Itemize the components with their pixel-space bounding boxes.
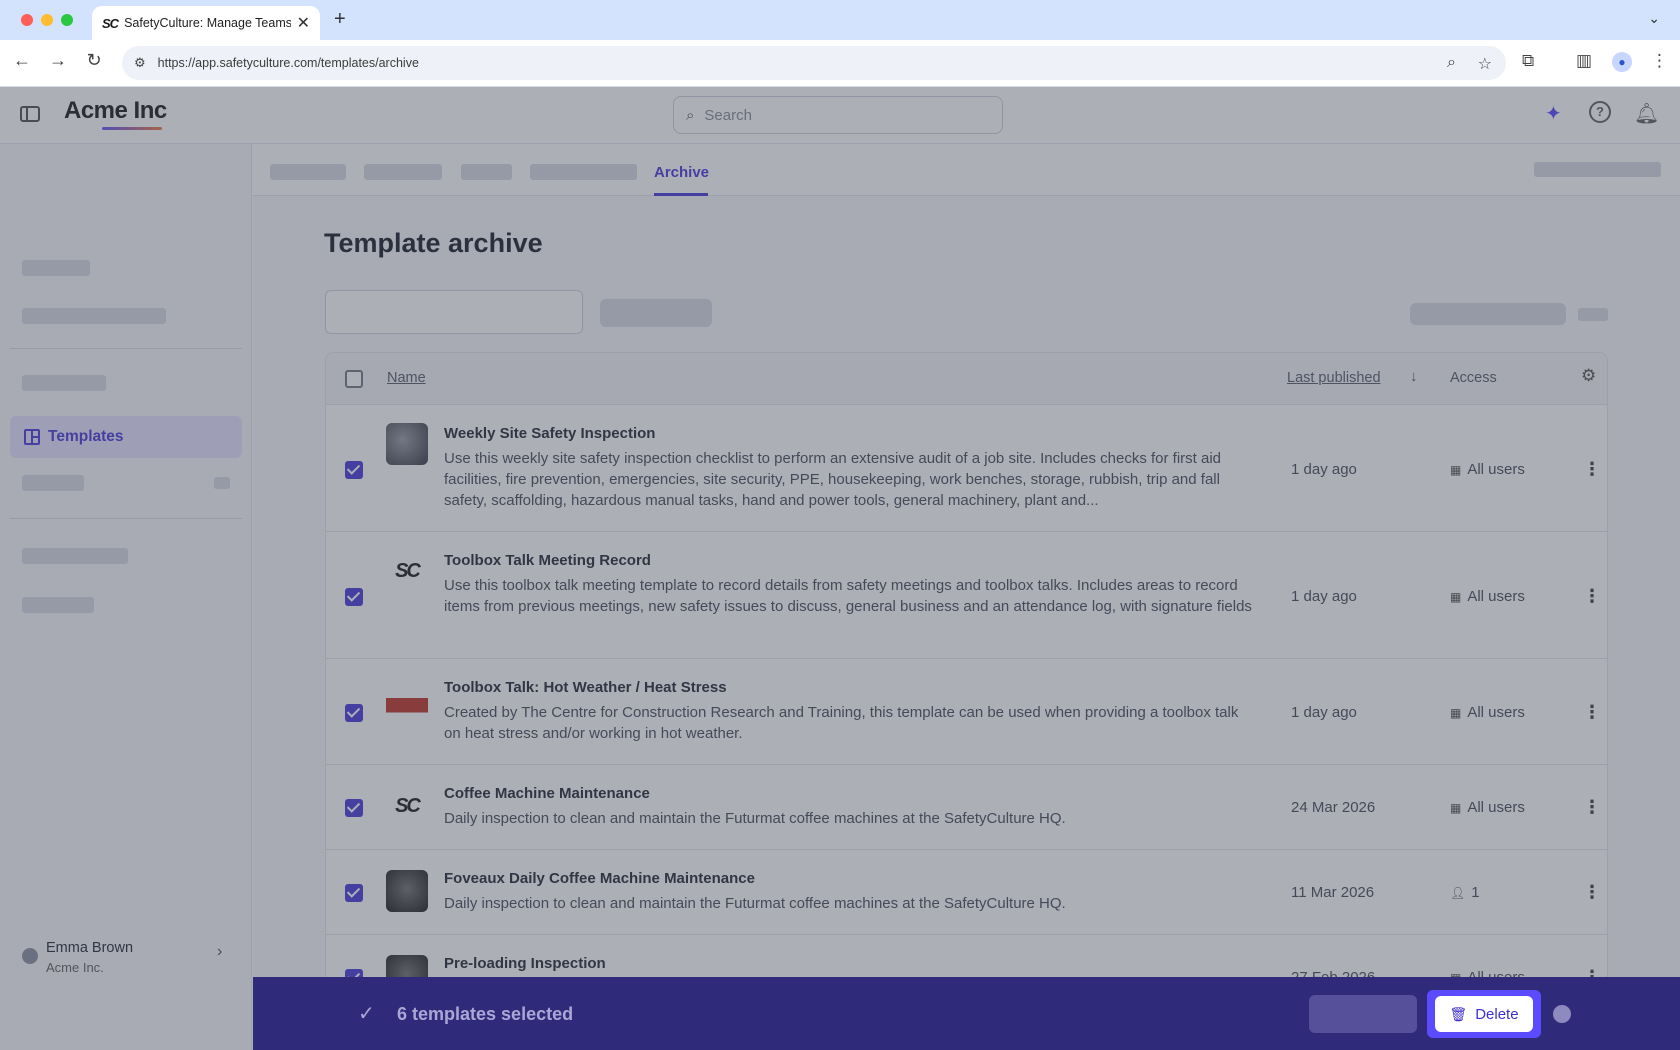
focus-overlay <box>0 87 1680 1050</box>
side-panel-icon[interactable]: ▥ <box>1576 51 1592 71</box>
browser-tabbar: SC SafetyCulture: Manage Teams and... ✕ … <box>0 0 1680 40</box>
trash-icon: 🗑︎ <box>1449 1005 1468 1022</box>
minimize-window-button[interactable] <box>41 14 53 26</box>
secondary-action-button[interactable] <box>1309 995 1417 1033</box>
new-tab-icon[interactable]: + <box>334 8 346 31</box>
bookmark-star-icon[interactable]: ☆ <box>1478 54 1492 74</box>
extensions-icon[interactable]: ⧉ <box>1522 51 1534 71</box>
maximize-window-button[interactable] <box>61 14 73 26</box>
selected-count: 6 templates selected <box>397 1004 574 1024</box>
address-bar[interactable]: ⚙ https://app.safetyculture.com/template… <box>122 46 1506 80</box>
tab-search-chevron-icon[interactable]: ⌄ <box>1648 10 1660 27</box>
browser-toolbar: ← → ↻ ⚙ https://app.safetyculture.com/te… <box>0 40 1680 87</box>
profile-avatar-icon[interactable]: ● <box>1612 52 1632 72</box>
zoom-icon[interactable]: ⌕ <box>1447 54 1456 72</box>
tab-title: SafetyCulture: Manage Teams and... <box>124 16 291 30</box>
more-actions-icon[interactable] <box>1553 1005 1571 1023</box>
forward-icon[interactable]: → <box>46 50 70 71</box>
back-icon[interactable]: ← <box>10 50 34 71</box>
bulk-action-bar: ✓ 6 templates selected 🗑︎ Delete <box>253 977 1680 1050</box>
delete-button[interactable]: 🗑︎ Delete <box>1435 996 1533 1032</box>
delete-label: Delete <box>1475 1005 1519 1023</box>
site-settings-icon[interactable]: ⚙ <box>134 55 146 71</box>
close-window-button[interactable] <box>21 14 33 26</box>
reload-icon[interactable]: ↻ <box>82 50 106 71</box>
url-text: https://app.safetyculture.com/templates/… <box>157 56 419 70</box>
close-tab-icon[interactable]: ✕ <box>297 13 310 33</box>
browser-menu-icon[interactable]: ⋮ <box>1651 51 1668 71</box>
safetyculture-favicon-icon: SC <box>102 15 119 31</box>
checkmark-icon: ✓ <box>358 1003 375 1025</box>
browser-tab[interactable]: SC SafetyCulture: Manage Teams and... ✕ <box>92 6 320 40</box>
